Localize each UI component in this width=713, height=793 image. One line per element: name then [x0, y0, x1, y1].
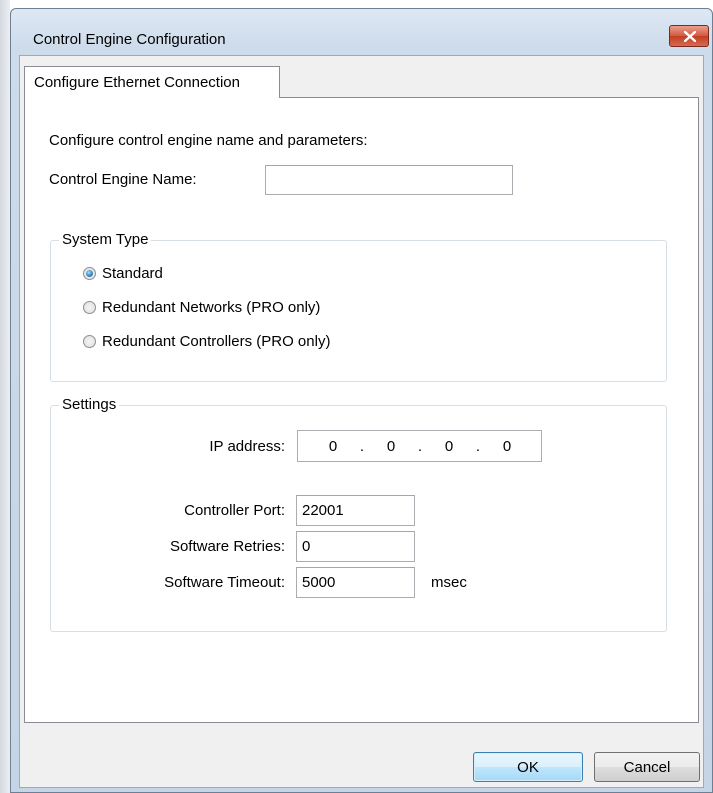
dialog-client-area: Configure Ethernet Connection Configure …	[19, 55, 704, 788]
dialog-window: Control Engine Configuration Configure E…	[10, 8, 713, 793]
software-retries-label: Software Retries:	[169, 538, 285, 555]
ok-button[interactable]: OK	[473, 752, 583, 782]
radio-label: Redundant Networks (PRO only)	[102, 299, 321, 316]
radio-redundant-networks[interactable]: Redundant Networks (PRO only)	[83, 299, 320, 316]
ip-octet[interactable]: 0	[374, 438, 408, 455]
ip-separator: .	[475, 437, 481, 455]
background-strip	[0, 0, 10, 793]
controller-port-label: Controller Port:	[184, 502, 285, 519]
radio-standard[interactable]: Standard	[83, 265, 163, 282]
ip-octet[interactable]: 0	[316, 438, 350, 455]
ip-address-field[interactable]: 0 . 0 . 0 . 0	[297, 430, 542, 462]
radio-label: Standard	[102, 265, 163, 282]
radio-redundant-controllers[interactable]: Redundant Controllers (PRO only)	[83, 333, 330, 350]
radio-button[interactable]	[83, 267, 96, 280]
close-button[interactable]	[669, 25, 709, 47]
ip-address-label: IP address:	[209, 438, 285, 455]
intro-text: Configure control engine name and parame…	[49, 132, 368, 149]
ip-octet[interactable]: 0	[490, 438, 524, 455]
radio-label: Redundant Controllers (PRO only)	[102, 333, 331, 350]
cancel-button[interactable]: Cancel	[594, 752, 700, 782]
radio-button[interactable]	[83, 335, 96, 348]
settings-group: Settings IP address: 0 . 0 . 0 . 0 Contr…	[50, 396, 667, 632]
software-timeout-field[interactable]	[296, 567, 415, 598]
tab-configure-ethernet[interactable]: Configure Ethernet Connection	[24, 66, 280, 98]
ip-octet[interactable]: 0	[432, 438, 466, 455]
system-type-legend: System Type	[59, 231, 152, 249]
system-type-group: System Type Standard Redundant Networks …	[50, 231, 667, 382]
radio-button[interactable]	[83, 301, 96, 314]
settings-legend: Settings	[59, 396, 120, 414]
title-bar[interactable]: Control Engine Configuration	[11, 9, 712, 48]
software-retries-field[interactable]	[296, 531, 415, 562]
ip-separator: .	[359, 437, 365, 455]
ip-separator: .	[417, 437, 423, 455]
engine-name-label: Control Engine Name:	[49, 171, 197, 188]
close-icon	[684, 31, 696, 42]
software-timeout-label: Software Timeout:	[164, 574, 285, 591]
engine-name-field[interactable]	[265, 165, 513, 195]
window-title: Control Engine Configuration	[33, 31, 226, 48]
controller-port-field[interactable]	[296, 495, 415, 526]
timeout-unit-label: msec	[431, 574, 467, 591]
tab-page: Configure control engine name and parame…	[24, 97, 699, 723]
